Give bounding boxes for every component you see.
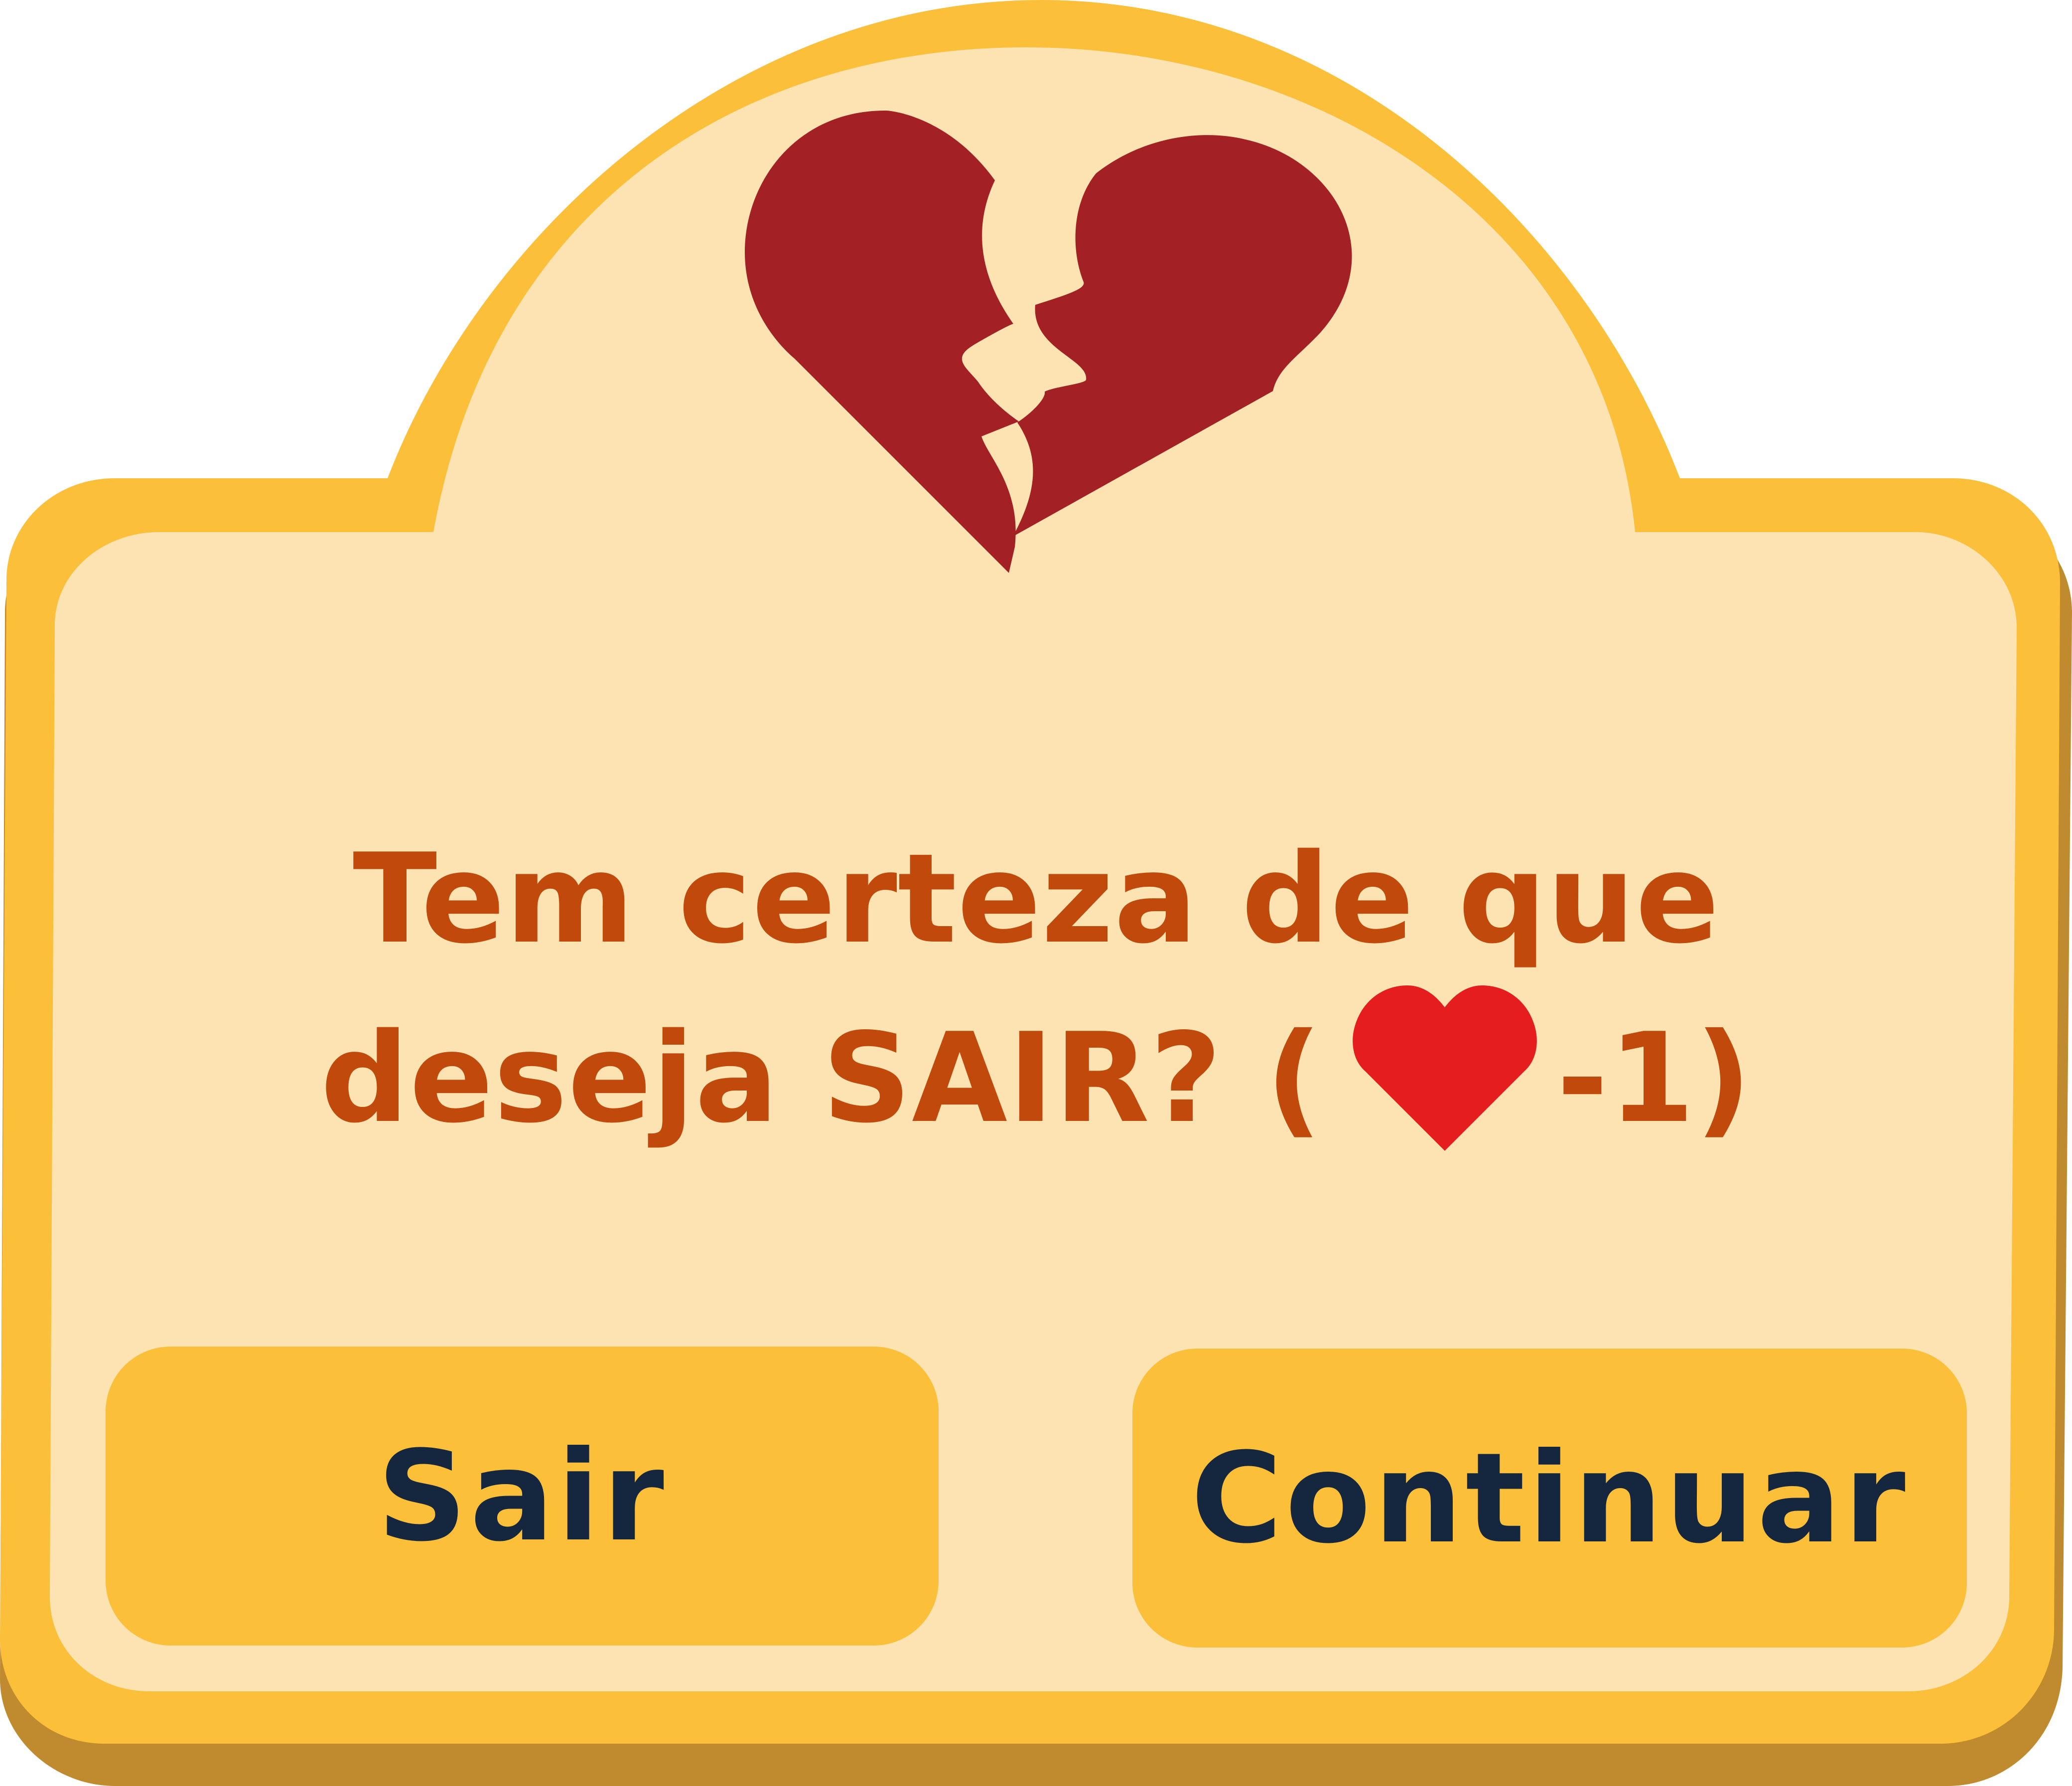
message-cost: -1): [1556, 1007, 1752, 1150]
message-line-2: deseja SAIR? ( -1): [279, 981, 1794, 1161]
confirm-message: Tem certeza de que deseja SAIR? ( -1): [279, 817, 1794, 1161]
continue-button-label: Continuar: [1191, 1425, 1909, 1571]
message-line-1: Tem certeza de que: [353, 827, 1720, 971]
exit-button[interactable]: Sair: [106, 1347, 939, 1646]
heart-icon: [1353, 985, 1537, 1151]
exit-button-label: Sair: [377, 1423, 667, 1569]
message-line-2-text: deseja SAIR? (: [320, 1007, 1323, 1150]
continue-button[interactable]: Continuar: [1132, 1349, 1967, 1648]
